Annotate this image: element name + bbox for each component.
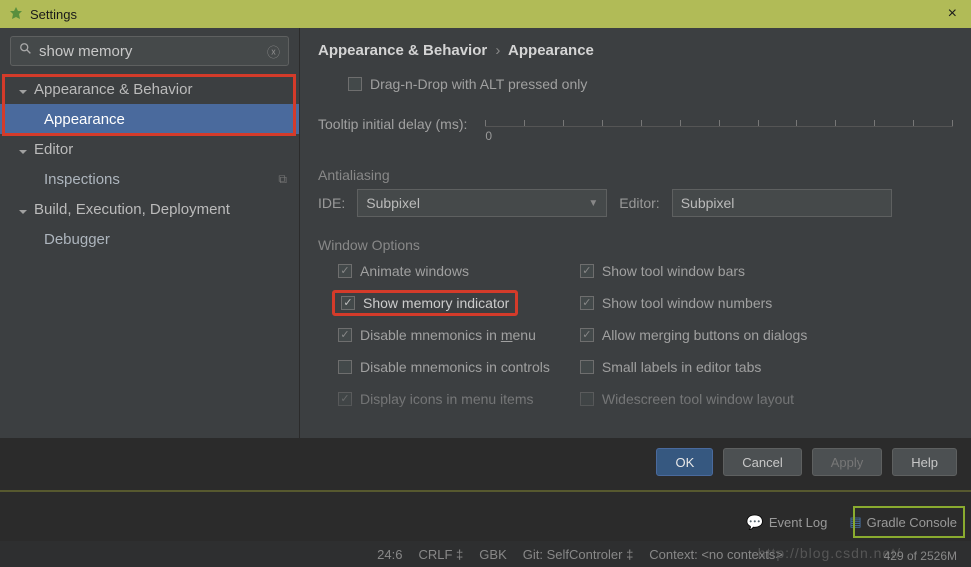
display-icons-checkbox[interactable]	[338, 392, 352, 406]
search-box[interactable]: ⓧ	[10, 36, 289, 66]
encoding[interactable]: GBK	[479, 547, 506, 562]
tree-inspections[interactable]: Inspections ⧉	[0, 164, 299, 194]
event-log-tab[interactable]: 💬 Event Log	[746, 514, 827, 531]
show-tool-numbers-checkbox[interactable]	[580, 296, 594, 310]
drag-drop-label: Drag-n-Drop with ALT pressed only	[370, 76, 587, 92]
show-memory-checkbox[interactable]	[341, 296, 355, 310]
watermark: http://blog.csdn.net/	[758, 545, 901, 561]
app-icon	[8, 6, 24, 22]
tree-debugger[interactable]: Debugger	[0, 224, 299, 254]
event-log-icon: 💬	[746, 514, 763, 531]
editor-aa-combo[interactable]: Subpixel	[672, 189, 892, 217]
tree-editor[interactable]: Editor	[0, 134, 299, 164]
clear-search-icon[interactable]: ⓧ	[267, 42, 280, 61]
search-icon	[19, 42, 33, 61]
tree-appearance[interactable]: Appearance	[0, 104, 299, 134]
drag-drop-checkbox[interactable]	[348, 77, 362, 91]
caret-position[interactable]: 24:6	[377, 547, 402, 562]
cancel-button[interactable]: Cancel	[723, 448, 801, 476]
sidebar: ⓧ Appearance & Behavior Appearance Edito…	[0, 28, 300, 438]
chevron-down-icon	[18, 204, 28, 214]
small-labels-checkbox[interactable]	[580, 360, 594, 374]
git-branch[interactable]: Git: SelfControler ‡	[523, 547, 634, 562]
gradle-icon: ▤	[849, 514, 861, 530]
animate-windows-checkbox[interactable]	[338, 264, 352, 278]
show-memory-highlight: Show memory indicator	[332, 290, 518, 316]
ide-aa-combo[interactable]: Subpixel ▼	[357, 189, 607, 217]
breadcrumb: Appearance & Behavior › Appearance	[318, 42, 953, 59]
settings-tree: Appearance & Behavior Appearance Editor …	[0, 74, 299, 438]
antialiasing-header: Antialiasing	[318, 167, 953, 183]
settings-content: Appearance & Behavior › Appearance Drag-…	[300, 28, 971, 438]
disable-mnemonics-menu-checkbox[interactable]	[338, 328, 352, 342]
search-input[interactable]	[33, 43, 267, 60]
tree-build[interactable]: Build, Execution, Deployment	[0, 194, 299, 224]
ok-button[interactable]: OK	[656, 448, 713, 476]
titlebar: Settings ×	[0, 0, 971, 28]
settings-dialog: ⓧ Appearance & Behavior Appearance Edito…	[0, 28, 971, 438]
line-separator[interactable]: CRLF ‡	[418, 547, 463, 562]
window-options-header: Window Options	[318, 237, 953, 253]
tooltip-delay-slider[interactable]: 0	[485, 105, 953, 143]
show-memory-label: Show memory indicator	[363, 295, 509, 311]
disable-mnemonics-controls-checkbox[interactable]	[338, 360, 352, 374]
tooltip-delay-label: Tooltip initial delay (ms):	[318, 116, 467, 132]
chevron-down-icon	[18, 84, 28, 94]
widescreen-checkbox[interactable]	[580, 392, 594, 406]
close-button[interactable]: ×	[942, 5, 963, 23]
chevron-down-icon	[18, 144, 28, 154]
apply-button[interactable]: Apply	[812, 448, 883, 476]
help-button[interactable]: Help	[892, 448, 957, 476]
dialog-buttons: OK Cancel Apply Help	[656, 448, 957, 476]
window-title: Settings	[30, 7, 77, 22]
editor-aa-label: Editor:	[619, 195, 659, 211]
chevron-down-icon: ▼	[588, 198, 598, 209]
gradle-console-tab[interactable]: ▤ Gradle Console	[849, 514, 957, 530]
tree-appearance-behavior[interactable]: Appearance & Behavior	[0, 74, 299, 104]
tool-window-bar: 💬 Event Log ▤ Gradle Console	[0, 510, 971, 534]
allow-merge-checkbox[interactable]	[580, 328, 594, 342]
ide-aa-label: IDE:	[318, 195, 345, 211]
copy-icon: ⧉	[278, 172, 287, 187]
show-tool-bars-checkbox[interactable]	[580, 264, 594, 278]
memory-indicator[interactable]: 429 of 2526M	[884, 549, 957, 563]
